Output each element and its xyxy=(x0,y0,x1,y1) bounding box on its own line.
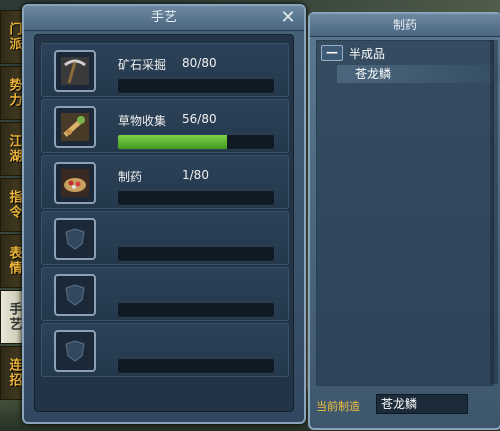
skill-row-empty xyxy=(41,323,289,377)
medicine-crafting-window: 制药 — 半成品 苍龙鳞 当前制造 苍龙鳞 xyxy=(308,12,500,430)
skill-progress-bar xyxy=(117,190,275,206)
skill-row-empty xyxy=(41,211,289,265)
current-craft-label: 当前制造 xyxy=(316,400,360,413)
category-header[interactable]: — 半成品 xyxy=(321,43,385,63)
skill-progress-bar xyxy=(117,134,275,150)
herb-bundle-icon[interactable] xyxy=(54,106,96,148)
skill-level: 80/80 xyxy=(182,56,217,70)
skill-row-herbs[interactable]: 草物收集 56/80 xyxy=(41,99,289,153)
collapse-icon[interactable]: — xyxy=(321,45,343,61)
skill-name: 矿石采掘 xyxy=(118,58,167,72)
empty-shield-icon xyxy=(54,330,96,372)
window-title: 制药 xyxy=(310,14,500,37)
close-icon[interactable]: ✕ xyxy=(278,8,298,28)
skill-progress-bar xyxy=(117,302,275,318)
empty-shield-icon xyxy=(54,274,96,316)
crafting-skill-window: 手艺 ✕ 矿石采掘 80/80 草物收集 56/80 制药 1/80 xyxy=(22,4,306,424)
empty-shield-icon xyxy=(54,218,96,260)
skill-level: 56/80 xyxy=(182,112,217,126)
recipe-list: — 半成品 苍龙鳞 xyxy=(316,40,500,386)
recipe-item[interactable]: 苍龙鳞 xyxy=(337,65,500,83)
current-craft-value: 苍龙鳞 xyxy=(376,394,468,414)
category-label: 半成品 xyxy=(349,46,386,61)
skill-row-mining[interactable]: 矿石采掘 80/80 xyxy=(41,43,289,97)
skill-list: 矿石采掘 80/80 草物收集 56/80 制药 1/80 xyxy=(34,34,294,412)
skill-level: 1/80 xyxy=(182,168,209,182)
medicine-bowl-icon[interactable] xyxy=(54,162,96,204)
window-title: 手艺 xyxy=(24,6,304,31)
skill-name: 草物收集 xyxy=(118,114,167,128)
skill-row-medicine[interactable]: 制药 1/80 xyxy=(41,155,289,209)
scrollbar[interactable] xyxy=(490,40,498,384)
skill-progress-bar xyxy=(117,78,275,94)
skill-row-empty xyxy=(41,267,289,321)
skill-progress-bar xyxy=(117,246,275,262)
progress-fill xyxy=(118,135,228,149)
skill-name: 制药 xyxy=(118,170,143,184)
skill-progress-bar xyxy=(117,358,275,374)
pickaxe-icon[interactable] xyxy=(54,50,96,92)
